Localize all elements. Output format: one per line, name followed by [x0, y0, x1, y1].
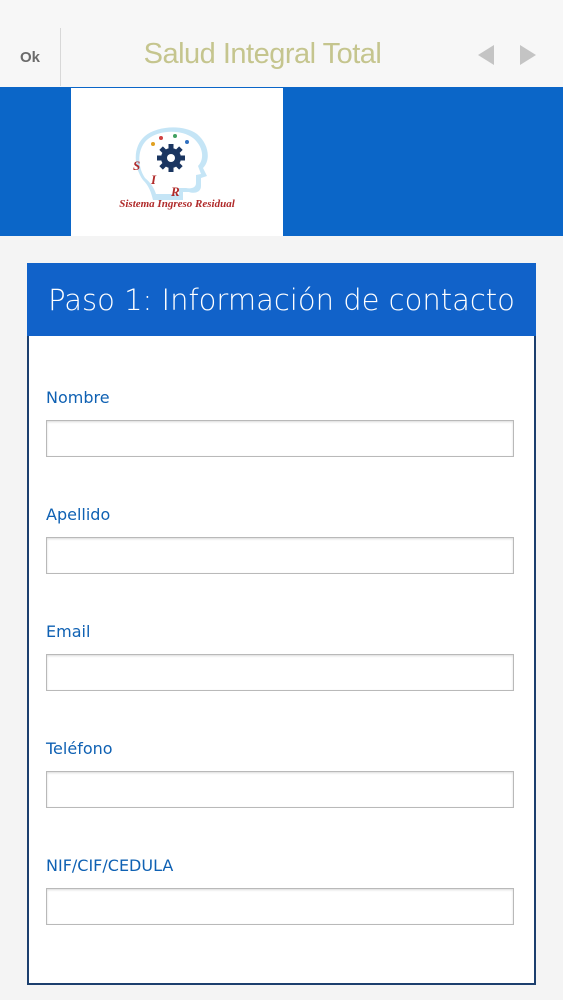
ok-button[interactable]: Ok — [0, 28, 61, 86]
app-title: Salud Integral Total — [143, 38, 382, 70]
back-arrow-icon[interactable] — [478, 45, 494, 65]
nif-cif-cedula-input[interactable] — [46, 888, 514, 925]
email-input[interactable] — [46, 654, 514, 691]
logo-caption: Sistema Ingreso Residual — [119, 198, 235, 210]
logo-graphic: S I R — [133, 127, 208, 200]
logo: S I R Sistema Ingreso Residual — [71, 88, 283, 236]
form-header: Paso 1: Información de contacto — [27, 263, 536, 336]
telefono-label: Teléfono — [46, 739, 113, 758]
contact-form-card: Paso 1: Información de contacto Nombre A… — [27, 263, 536, 985]
telefono-input[interactable] — [46, 771, 514, 808]
svg-text:S: S — [133, 158, 140, 173]
nombre-label: Nombre — [46, 388, 110, 407]
gear-icon — [157, 144, 185, 172]
form-title: Paso 1: Información de contacto — [48, 282, 515, 317]
forward-arrow-icon[interactable] — [520, 45, 536, 65]
app-header: Ok Salud Integral Total — [0, 0, 563, 87]
nif-cif-cedula-label: NIF/CIF/CEDULA — [46, 856, 174, 875]
svg-text:R: R — [170, 184, 180, 199]
svg-text:I: I — [150, 172, 157, 187]
nombre-input[interactable] — [46, 420, 514, 457]
email-label: Email — [46, 622, 91, 641]
apellido-input[interactable] — [46, 537, 514, 574]
apellido-label: Apellido — [46, 505, 111, 524]
brand-banner: S I R Sistema Ingreso Residual — [0, 87, 563, 236]
ok-button-label: Ok — [19, 48, 40, 66]
